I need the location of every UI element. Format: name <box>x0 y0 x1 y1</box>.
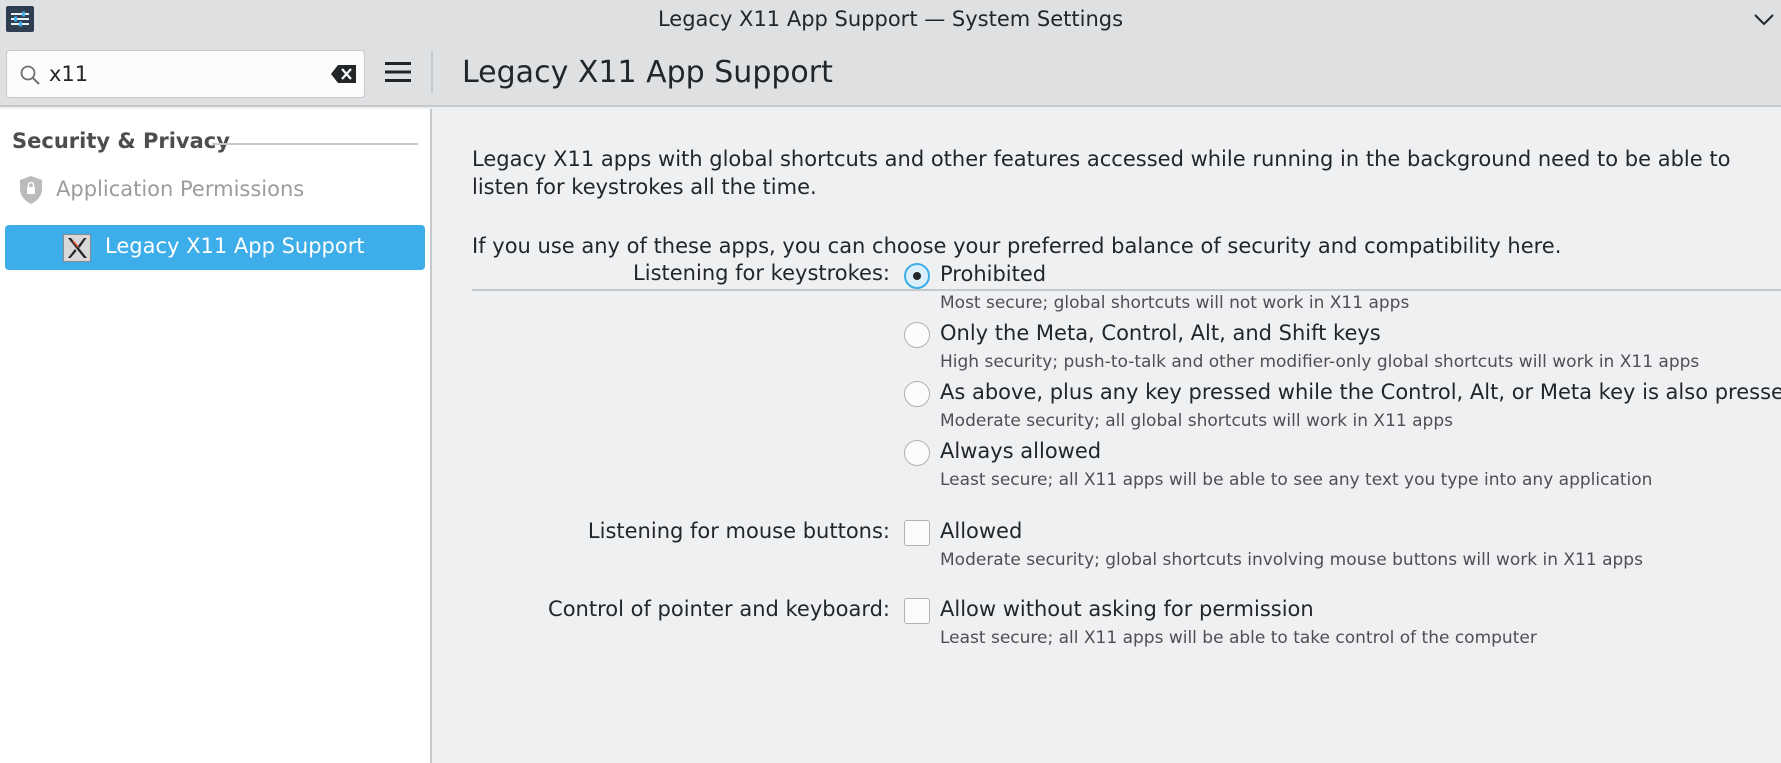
radio-button[interactable] <box>904 263 930 289</box>
option-description: Most secure; global shortcuts will not w… <box>940 293 1410 313</box>
search-icon <box>19 64 41 90</box>
option-label: Allowed <box>940 519 1023 543</box>
keystrokes-label: Listening for keystrokes: <box>633 261 890 285</box>
title-bar: Legacy X11 App Support — System Settings <box>0 0 1781 36</box>
sidebar: Security & Privacy Application Permissio… <box>0 109 430 763</box>
checkbox[interactable] <box>904 520 930 546</box>
option-label: Only the Meta, Control, Alt, and Shift k… <box>940 321 1381 345</box>
main-content: Legacy X11 apps with global shortcuts an… <box>432 109 1781 763</box>
checkbox[interactable] <box>904 598 930 624</box>
radio-button[interactable] <box>904 440 930 466</box>
sidebar-item-label: Application Permissions <box>56 177 305 201</box>
option-label: As above, plus any key pressed while the… <box>940 380 1781 404</box>
option-label: Prohibited <box>940 262 1047 286</box>
option-label: Always allowed <box>940 439 1102 463</box>
mouse-buttons-label: Listening for mouse buttons: <box>587 519 890 543</box>
search-box[interactable] <box>6 50 365 98</box>
sidebar-item-legacy-x11[interactable]: Legacy X11 App Support <box>5 225 425 270</box>
sidebar-section-header: Security & Privacy <box>12 129 230 153</box>
form-labels: Listening for keystrokes: Listening for … <box>432 109 890 763</box>
option-description: High security; push-to-talk and other mo… <box>940 352 1700 372</box>
option-label: Allow without asking for permission <box>940 597 1314 621</box>
radio-button[interactable] <box>904 381 930 407</box>
option-description: Least secure; all X11 apps will be able … <box>940 470 1653 490</box>
sidebar-item-label: Legacy X11 App Support <box>105 234 365 258</box>
pointer-control-label: Control of pointer and keyboard: <box>548 597 890 621</box>
radio-button[interactable] <box>904 322 930 348</box>
chevron-down-icon[interactable] <box>1751 8 1777 30</box>
toolbar-separator <box>431 52 433 92</box>
window-title: Legacy X11 App Support — System Settings <box>657 7 1124 31</box>
x11-logo-icon <box>63 234 91 262</box>
page-title: Legacy X11 App Support <box>462 55 833 90</box>
option-description: Moderate security; all global shortcuts … <box>940 411 1453 431</box>
section-divider <box>212 143 418 145</box>
hamburger-menu-icon[interactable] <box>384 58 412 86</box>
option-description: Least secure; all X11 apps will be able … <box>940 628 1537 648</box>
backspace-clear-icon[interactable] <box>330 63 358 89</box>
shield-icon <box>18 175 44 209</box>
option-description: Moderate security; global shortcuts invo… <box>940 550 1643 570</box>
header-toolbar: Legacy X11 App Support <box>0 36 1781 107</box>
sidebar-item-application-permissions[interactable]: Application Permissions <box>16 171 416 209</box>
search-input[interactable] <box>49 59 319 89</box>
